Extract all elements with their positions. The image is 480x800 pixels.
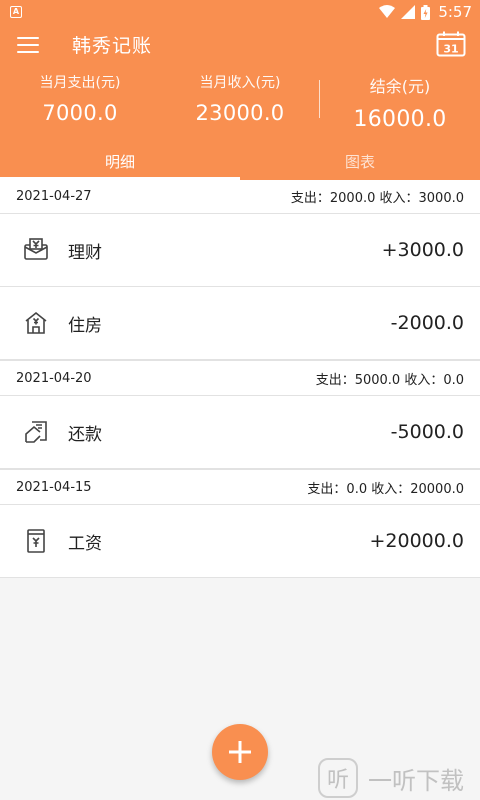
battery-icon (421, 4, 431, 20)
transaction-name: 理财 (68, 242, 102, 263)
header: 韩秀记账 31 当月支出(元) 7000.0 当月收入(元) 23000.0 结… (0, 24, 480, 180)
transaction-item[interactable]: 还款 -5000.0 (0, 396, 480, 469)
income-value: 23000.0 (195, 101, 285, 125)
balance-value: 16000.0 (353, 107, 447, 132)
income-label: 当月收入(元) (199, 75, 281, 91)
day-summary: 支出：5000.0 收入：0.0 (315, 372, 464, 388)
monthly-summary: 当月支出(元) 7000.0 当月收入(元) 23000.0 结余(元) 160… (0, 72, 480, 132)
finance-icon (24, 238, 48, 260)
transaction-amount: +20000.0 (369, 530, 465, 552)
transaction-list: 2021-04-27 支出：2000.0 收入：3000.0 理财 +3000.… (0, 180, 480, 578)
expense-summary: 当月支出(元) 7000.0 (0, 72, 160, 125)
watermark-logo: 听 (318, 758, 358, 798)
toolbar: 韩秀记账 31 (0, 24, 480, 64)
calendar-icon[interactable]: 31 (436, 31, 466, 57)
notification-app-icon: A (10, 6, 22, 18)
day-summary: 支出：2000.0 收入：3000.0 (290, 191, 464, 206)
balance-summary: 结余(元) 16000.0 (320, 73, 480, 132)
watermark-text: 一听下载 (368, 766, 464, 795)
date-label: 2021-04-20 (16, 370, 92, 386)
app-title: 韩秀记账 (72, 35, 153, 57)
status-bar: A 5:57 (0, 0, 480, 24)
expense-label: 当月支出(元) (39, 75, 121, 91)
watermark: 听 一听下载 (318, 758, 464, 798)
add-entry-button[interactable] (212, 724, 268, 780)
transaction-amount: -5000.0 (390, 421, 464, 443)
menu-icon[interactable] (17, 37, 39, 53)
expense-value: 7000.0 (42, 101, 118, 125)
transaction-name: 住房 (68, 315, 102, 336)
date-header: 2021-04-20 支出：5000.0 收入：0.0 (0, 360, 480, 396)
tab-charts[interactable]: 图表 (240, 142, 480, 180)
date-header: 2021-04-15 支出：0.0 收入：20000.0 (0, 469, 480, 505)
transaction-item[interactable]: 住房 -2000.0 (0, 287, 480, 360)
transaction-item[interactable]: 理财 +3000.0 (0, 214, 480, 287)
transaction-name: 工资 (68, 533, 102, 554)
date-label: 2021-04-15 (16, 479, 92, 495)
tab-details[interactable]: 明细 (0, 142, 240, 180)
transaction-amount: +3000.0 (381, 239, 464, 261)
transaction-name: 还款 (68, 424, 102, 445)
date-label: 2021-04-27 (16, 189, 92, 204)
transaction-amount: -2000.0 (390, 312, 464, 334)
transaction-item[interactable]: 工资 +20000.0 (0, 505, 480, 578)
income-summary: 当月收入(元) 23000.0 (160, 72, 320, 125)
calendar-day-text: 31 (443, 43, 458, 56)
tab-bar: 明细 图表 (0, 142, 480, 180)
wifi-icon (379, 5, 396, 18)
repayment-icon (25, 421, 47, 443)
tab-details-label: 明细 (104, 153, 135, 171)
status-time: 5:57 (438, 3, 472, 21)
day-summary: 支出：0.0 收入：20000.0 (307, 481, 464, 497)
date-header: 2021-04-27 支出：2000.0 收入：3000.0 (0, 180, 480, 214)
tab-charts-label: 图表 (344, 153, 375, 171)
house-icon (25, 311, 47, 334)
plus-icon (229, 741, 251, 763)
salary-icon (27, 529, 45, 553)
signal-icon (401, 5, 416, 19)
balance-label: 结余(元) (369, 77, 431, 96)
